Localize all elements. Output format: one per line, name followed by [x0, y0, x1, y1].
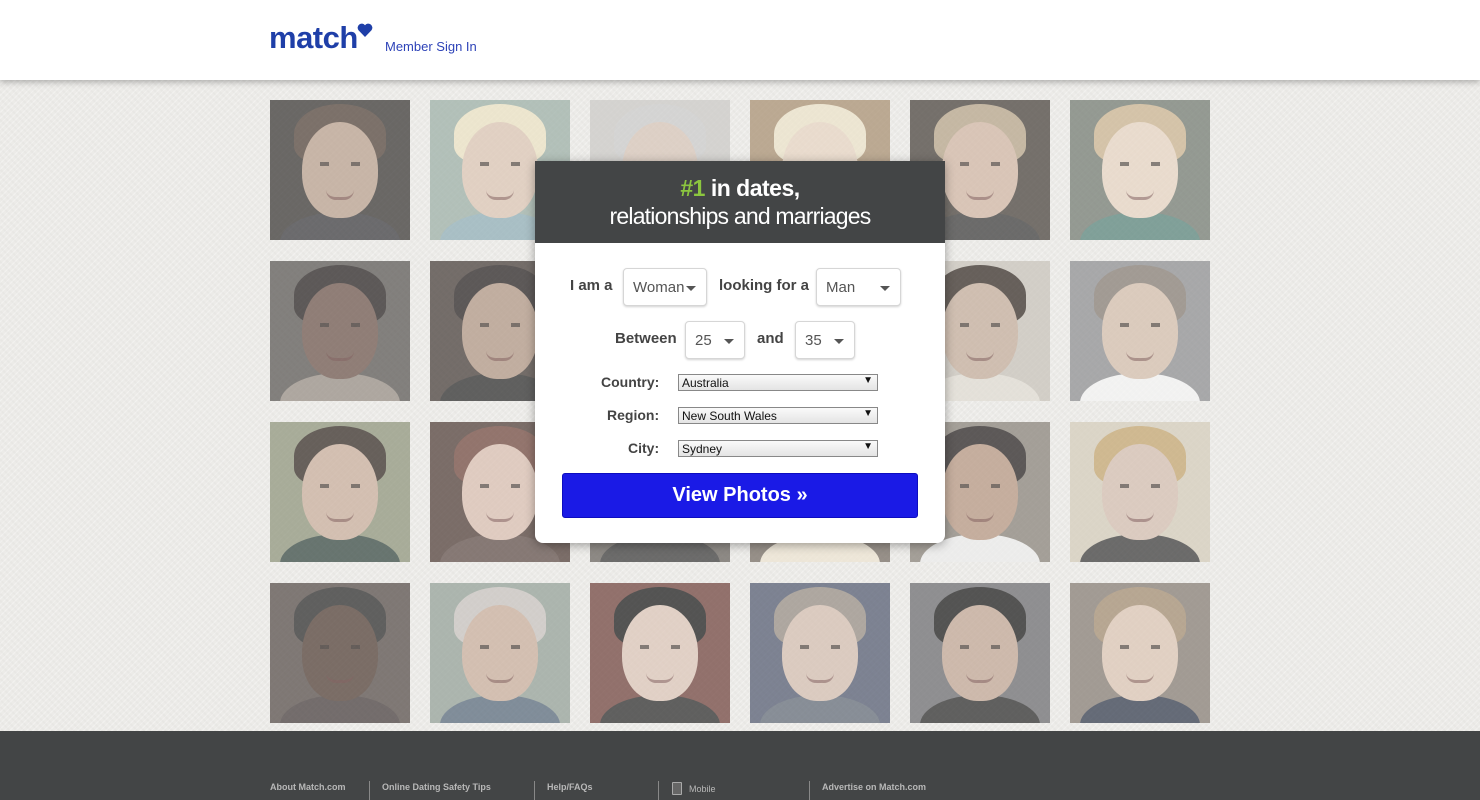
footer-divider: [534, 781, 535, 800]
view-photos-button[interactable]: View Photos »: [562, 473, 918, 518]
portrait-eyes: [320, 484, 360, 488]
city-label: City:: [628, 440, 660, 456]
profile-photo[interactable]: [1070, 583, 1210, 723]
tagline-line-2: relationships and marriages: [609, 203, 872, 229]
portrait-face: [302, 283, 378, 379]
select-arrow-icon: ▼: [863, 375, 873, 386]
country-value: Australia: [682, 376, 729, 390]
portrait-face: [462, 444, 538, 540]
portrait-face: [942, 122, 1018, 218]
portrait-eyes: [320, 162, 360, 166]
profile-photo[interactable]: [270, 583, 410, 723]
gender-dropdown[interactable]: Woman: [623, 268, 707, 306]
footer-link-advertise[interactable]: Advertise on Match.com: [822, 782, 926, 800]
profile-photo[interactable]: [270, 261, 410, 401]
max-age-value: 35: [805, 332, 822, 349]
select-arrow-icon: ▼: [863, 441, 873, 452]
member-sign-in-link[interactable]: Member Sign In: [385, 39, 477, 54]
country-label: Country:: [601, 374, 660, 390]
portrait-face: [942, 444, 1018, 540]
caret-down-icon: [686, 286, 696, 291]
portrait-eyes: [1120, 162, 1160, 166]
portrait-eyes: [320, 645, 360, 649]
portrait-eyes: [960, 162, 1000, 166]
tagline-banner: #1 in dates, relationships and marriages: [535, 161, 945, 243]
portrait-eyes: [1120, 645, 1160, 649]
footer-divider: [658, 781, 659, 800]
footer-link-safety[interactable]: Online Dating Safety Tips: [382, 782, 491, 800]
portrait-face: [1102, 605, 1178, 701]
portrait-face: [1102, 283, 1178, 379]
portrait-face: [622, 605, 698, 701]
region-select[interactable]: New South Wales ▼: [678, 407, 878, 424]
country-select[interactable]: Australia ▼: [678, 374, 878, 391]
mobile-phone-icon: [672, 782, 682, 795]
city-value: Sydney: [682, 442, 723, 456]
portrait-eyes: [960, 484, 1000, 488]
match-logo[interactable]: match: [269, 20, 373, 60]
portrait-eyes: [1120, 484, 1160, 488]
city-select[interactable]: Sydney ▼: [678, 440, 878, 457]
footer-link-mobile[interactable]: Mobile: [689, 784, 716, 800]
footer-link-about[interactable]: About Match.com: [270, 782, 346, 800]
portrait-eyes: [640, 645, 680, 649]
heart-icon: [357, 23, 373, 37]
portrait-eyes: [960, 323, 1000, 327]
portrait-eyes: [320, 323, 360, 327]
caret-down-icon: [880, 286, 890, 291]
region-label: Region:: [607, 407, 660, 423]
portrait-face: [1102, 444, 1178, 540]
looking-for-label: looking for a: [719, 277, 809, 294]
and-label: and: [757, 330, 784, 347]
region-value: New South Wales: [682, 409, 777, 423]
profile-photo[interactable]: [430, 583, 570, 723]
portrait-face: [302, 444, 378, 540]
max-age-dropdown[interactable]: 35: [795, 321, 855, 359]
portrait-face: [462, 122, 538, 218]
profile-photo[interactable]: [590, 583, 730, 723]
portrait-face: [462, 283, 538, 379]
min-age-value: 25: [695, 332, 712, 349]
tagline-line-1: #1 in dates,: [535, 175, 945, 202]
tagline-number: #1: [680, 175, 705, 201]
profile-photo[interactable]: [910, 583, 1050, 723]
site-footer: About Match.com Online Dating Safety Tip…: [0, 731, 1480, 800]
profile-photo[interactable]: [750, 583, 890, 723]
portrait-face: [782, 605, 858, 701]
seeking-dropdown[interactable]: Man: [816, 268, 901, 306]
footer-divider: [369, 781, 370, 800]
portrait-eyes: [480, 162, 520, 166]
caret-down-icon: [724, 339, 734, 344]
portrait-face: [302, 605, 378, 701]
seeking-value: Man: [826, 279, 856, 296]
min-age-dropdown[interactable]: 25: [685, 321, 745, 359]
portrait-face: [1102, 122, 1178, 218]
portrait-eyes: [800, 645, 840, 649]
profile-photo[interactable]: [270, 100, 410, 240]
profile-photo[interactable]: [270, 422, 410, 562]
tagline-rest: in dates,: [704, 175, 800, 201]
portrait-eyes: [960, 645, 1000, 649]
portrait-face: [942, 605, 1018, 701]
site-header: match Member Sign In: [0, 0, 1480, 80]
footer-link-help[interactable]: Help/FAQs: [547, 782, 593, 800]
footer-divider: [809, 781, 810, 800]
portrait-face: [462, 605, 538, 701]
i-am-label: I am a: [570, 277, 613, 294]
caret-down-icon: [834, 339, 844, 344]
between-label: Between: [615, 330, 677, 347]
portrait-eyes: [480, 484, 520, 488]
gender-value: Woman: [633, 279, 685, 296]
logo-text: match: [269, 20, 358, 55]
search-panel: #1 in dates, relationships and marriages…: [535, 161, 945, 543]
select-arrow-icon: ▼: [863, 408, 873, 419]
portrait-face: [302, 122, 378, 218]
profile-photo[interactable]: [1070, 100, 1210, 240]
portrait-face: [942, 283, 1018, 379]
portrait-eyes: [480, 323, 520, 327]
profile-photo[interactable]: [1070, 261, 1210, 401]
portrait-eyes: [480, 645, 520, 649]
profile-photo[interactable]: [1070, 422, 1210, 562]
portrait-eyes: [1120, 323, 1160, 327]
